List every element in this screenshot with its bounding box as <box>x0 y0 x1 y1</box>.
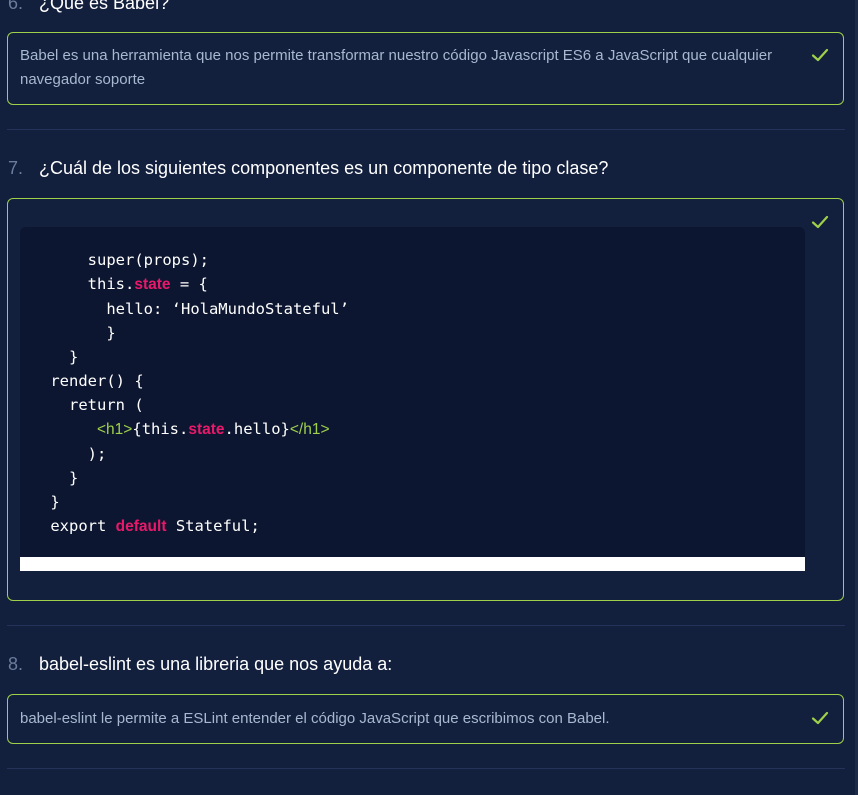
question-separator <box>7 768 845 769</box>
answer-option-q6[interactable]: Babel es una herramienta que nos permite… <box>7 32 844 105</box>
question-separator <box>7 129 845 130</box>
code-line-2a: this. <box>87 275 135 293</box>
code-line-10: } <box>69 469 79 487</box>
code-line-9: ); <box>87 445 107 463</box>
code-line-5: } <box>69 348 79 366</box>
code-line-3: hello: ‘HolaMundoStateful’ <box>106 300 349 318</box>
code-keyword: default <box>115 518 167 535</box>
code-horizontal-scrollbar[interactable] <box>20 557 805 571</box>
question-text: babel-eslint es una libreria que nos ayu… <box>39 654 393 674</box>
question-number: 7. <box>8 158 24 178</box>
answer-option-q7[interactable]: super(props); this.state = { hello: ‘Hol… <box>7 198 844 601</box>
code-line-12b: Stateful; <box>166 517 260 535</box>
code-keyword: state <box>134 276 171 293</box>
code-lines: super(props); this.state = { hello: ‘Hol… <box>41 248 349 539</box>
check-icon <box>811 215 829 229</box>
code-line-12a: export <box>50 517 116 535</box>
code-line-4: } <box>106 324 116 342</box>
code-tag-open: <h1> <box>97 421 133 438</box>
question-6-header: 6. ¿Qué es Babel? <box>8 0 169 14</box>
answer-text: Babel es una herramienta que nos permite… <box>20 47 773 88</box>
code-line-11: } <box>50 493 60 511</box>
code-line-8b: .hello} <box>224 420 290 438</box>
question-text: ¿Cuál de los siguientes componentes es u… <box>39 158 609 178</box>
code-line-2b: = { <box>170 275 208 293</box>
code-block: super(props); this.state = { hello: ‘Hol… <box>20 227 805 557</box>
question-text: ¿Qué es Babel? <box>39 0 170 13</box>
check-icon <box>811 711 829 725</box>
code-line-6: render() { <box>50 372 144 390</box>
code-line-1: super(props); <box>87 251 209 269</box>
question-number: 8. <box>8 654 24 674</box>
answer-option-q8[interactable]: babel-eslint le permite a ESLint entende… <box>7 694 844 744</box>
question-8-header: 8. babel-eslint es una libreria que nos … <box>8 653 392 675</box>
answer-text: babel-eslint le permite a ESLint entende… <box>20 710 610 727</box>
code-line-7: return ( <box>69 396 144 414</box>
question-separator <box>7 625 845 626</box>
code-keyword: state <box>188 421 225 438</box>
check-icon <box>811 48 829 62</box>
code-tag-close: </h1> <box>289 421 330 438</box>
question-number: 6. <box>8 0 24 13</box>
code-line-8a: {this. <box>132 420 189 438</box>
question-7-header: 7. ¿Cuál de los siguientes componentes e… <box>8 157 608 179</box>
